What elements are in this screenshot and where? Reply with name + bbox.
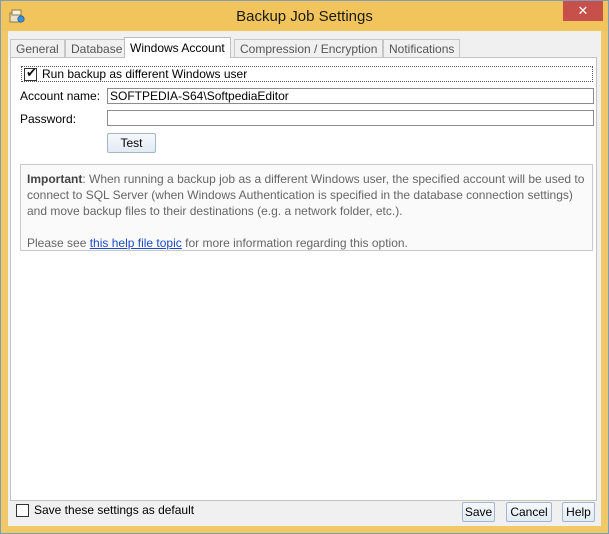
tab-general[interactable]: General	[10, 39, 65, 57]
tab-notifications[interactable]: Notifications	[383, 39, 461, 57]
close-icon: ✕	[577, 3, 589, 18]
run-as-different-user-option[interactable]: ✔ Run backup as different Windows user	[21, 66, 593, 82]
windows-account-panel: ✔ Run backup as different Windows user A…	[10, 57, 597, 501]
backup-job-settings-window: Backup Job Settings ✕ General Database W…	[0, 0, 609, 534]
tab-database[interactable]: Database	[65, 39, 129, 57]
help-suffix: for more information regarding this opti…	[181, 236, 408, 250]
important-note: Important: When running a backup job as …	[27, 171, 588, 219]
password-input[interactable]	[107, 110, 594, 126]
help-file-topic-link[interactable]: this help file topic	[90, 236, 182, 250]
tab-windows-account[interactable]: Windows Account	[124, 37, 231, 58]
run-as-different-user-checkbox[interactable]: ✔	[24, 65, 37, 81]
save-button[interactable]: Save	[462, 502, 495, 522]
title-bar[interactable]: Backup Job Settings ✕	[1, 1, 608, 31]
tab-compression-encryption[interactable]: Compression / Encryption	[234, 39, 384, 57]
account-name-input[interactable]: SOFTPEDIA-S64\SoftpediaEditor	[107, 88, 594, 104]
close-button[interactable]: ✕	[563, 1, 603, 21]
run-as-different-user-label: Run backup as different Windows user	[42, 67, 248, 81]
save-as-default-label: Save these settings as default	[34, 503, 195, 517]
help-note: Please see this help file topic for more…	[27, 235, 588, 251]
cancel-button[interactable]: Cancel	[506, 502, 552, 522]
checkmark-icon: ✔	[26, 65, 37, 80]
account-name-label: Account name:	[20, 89, 101, 103]
important-label: Important	[27, 172, 83, 186]
important-text: : When running a backup job as a differe…	[27, 172, 585, 218]
window-title: Backup Job Settings	[236, 8, 373, 25]
help-prefix: Please see	[27, 236, 90, 250]
test-button[interactable]: Test	[107, 133, 156, 153]
password-label: Password:	[20, 112, 77, 126]
important-info-box: Important: When running a backup job as …	[20, 164, 593, 251]
save-as-default-checkbox[interactable]	[16, 504, 29, 517]
dialog-body: General Database Windows Account Compres…	[8, 31, 601, 526]
help-button[interactable]: Help	[562, 502, 595, 522]
